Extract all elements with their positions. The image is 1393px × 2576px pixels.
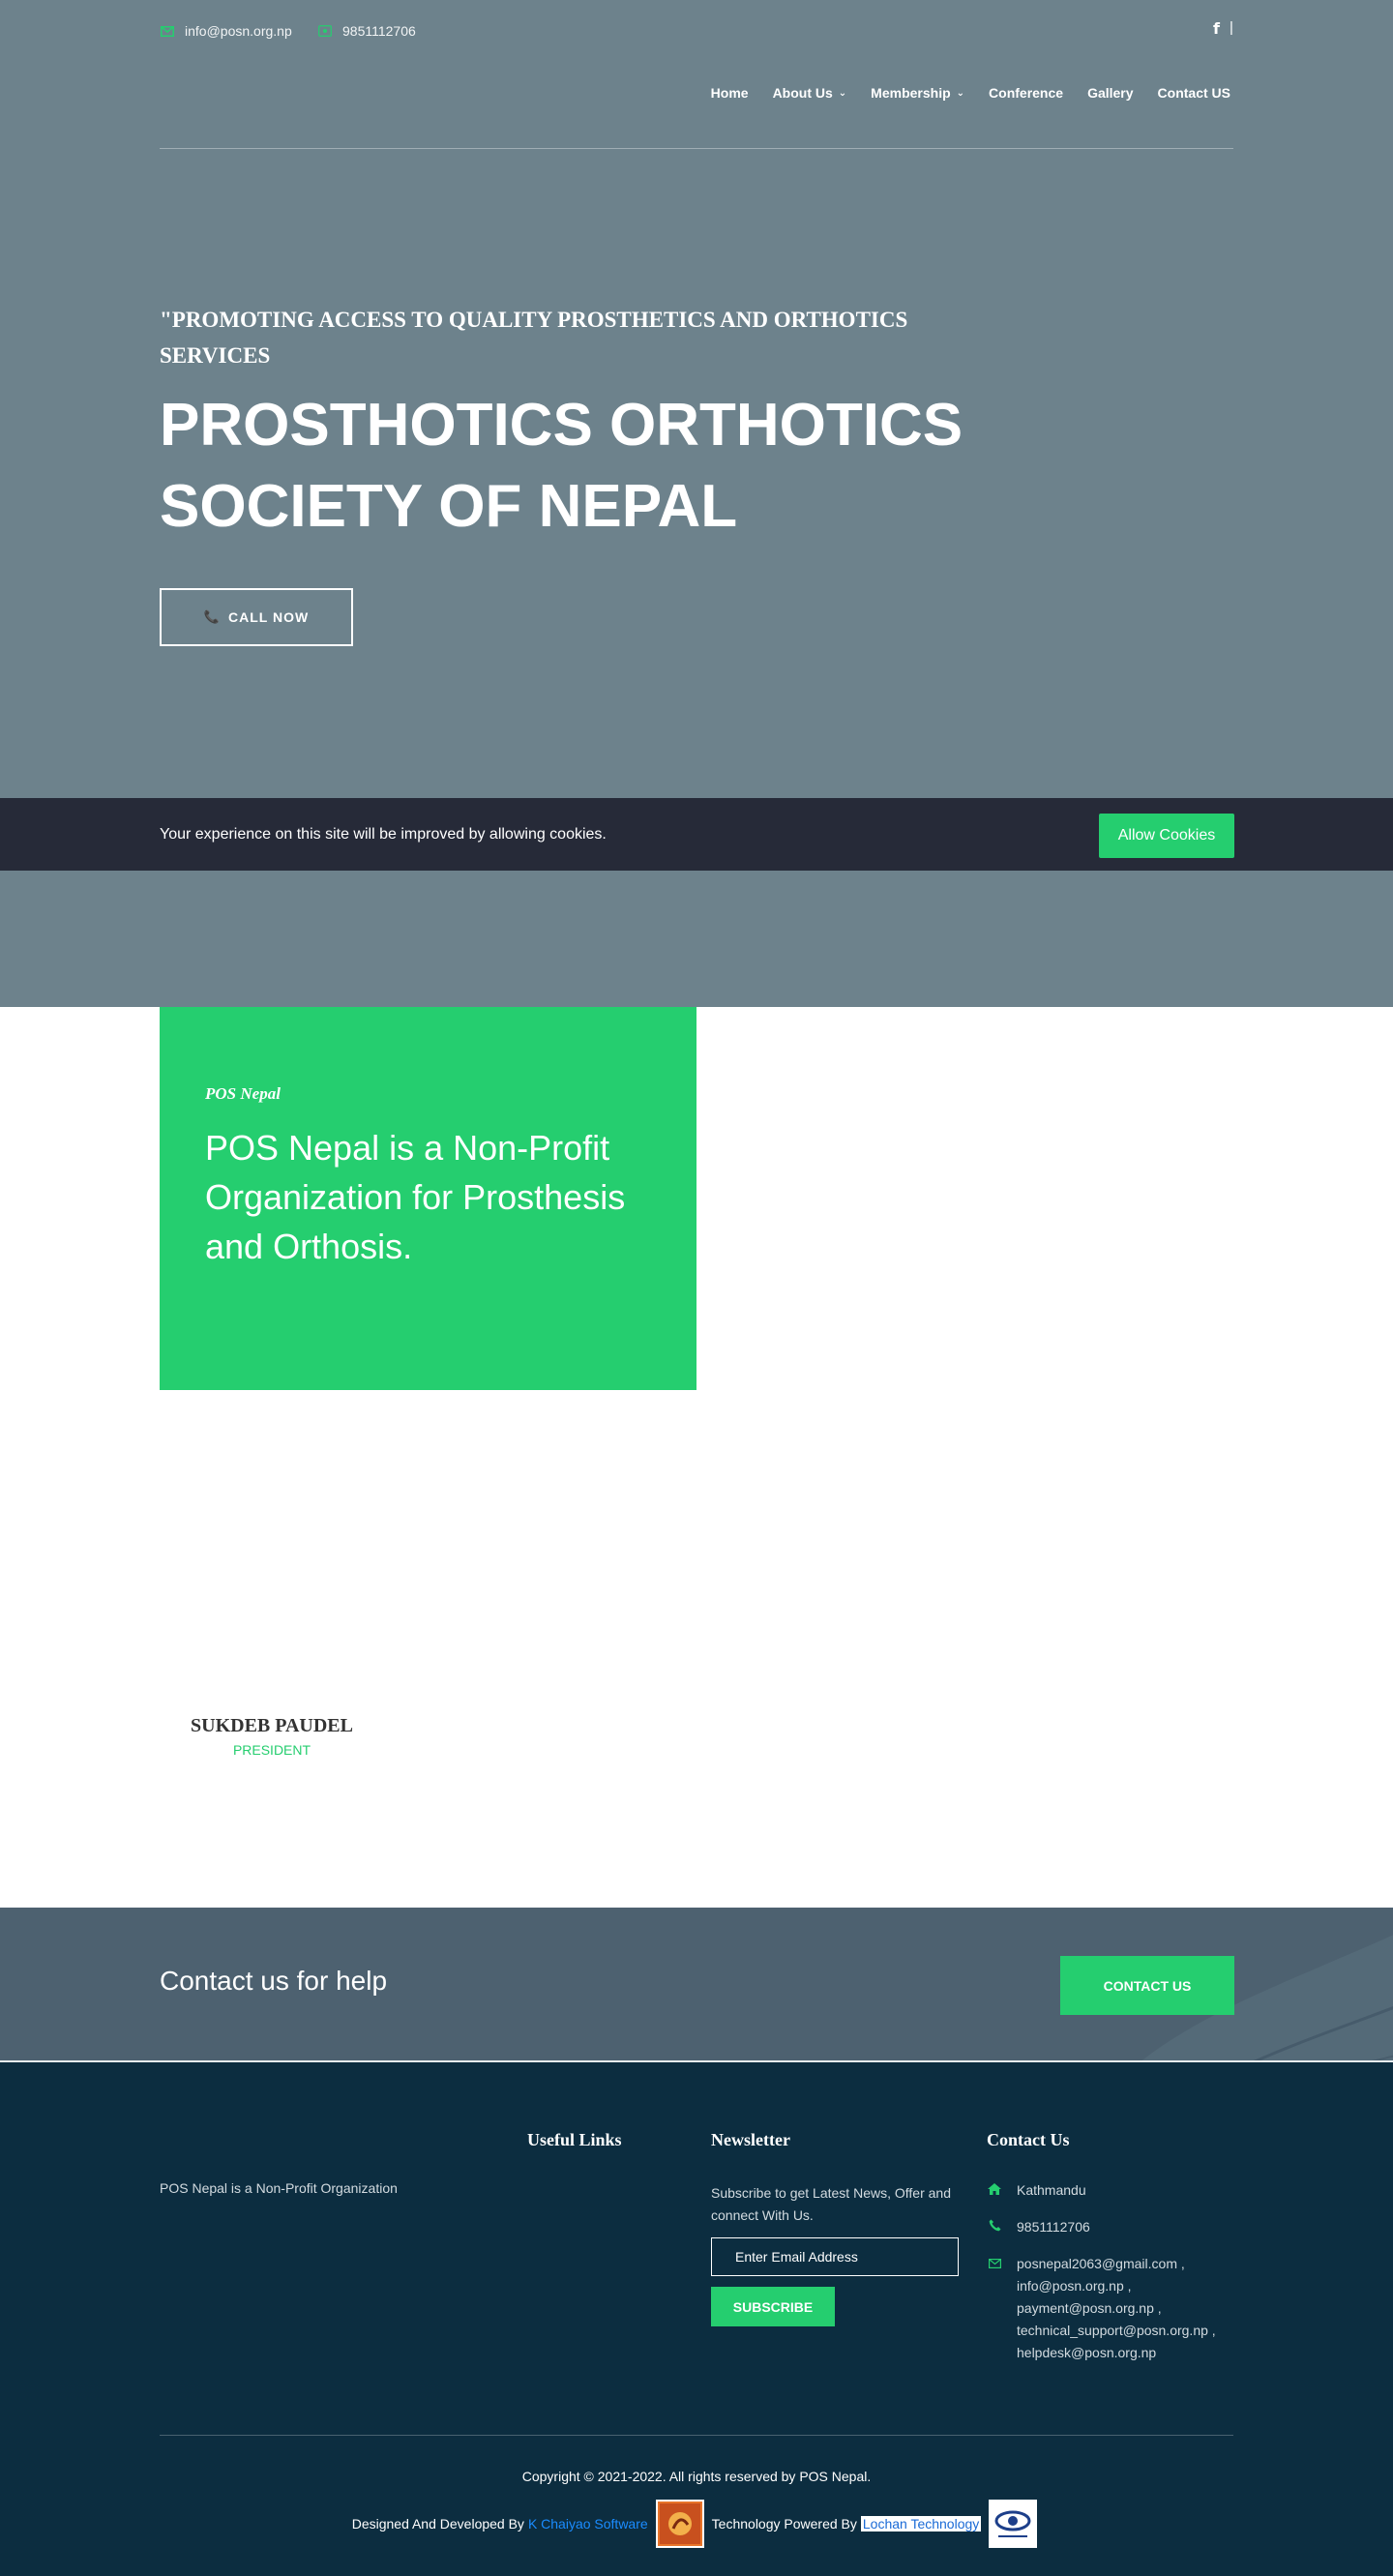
contact-email[interactable]: payment@posn.org.np , bbox=[1017, 2297, 1216, 2320]
cookie-message: Your experience on this site will be imp… bbox=[160, 826, 607, 843]
phone-icon bbox=[987, 2216, 1002, 2238]
phone-icon bbox=[317, 25, 333, 37]
nav-divider bbox=[160, 148, 1233, 149]
newsletter-heading: Newsletter bbox=[711, 2130, 790, 2149]
envelope-icon bbox=[160, 25, 175, 37]
nav-contact-us[interactable]: Contact US bbox=[1158, 85, 1230, 101]
newsletter-text: Subscribe to get Latest News, Offer and … bbox=[711, 2185, 951, 2223]
contact-email[interactable]: helpdesk@posn.org.np bbox=[1017, 2342, 1216, 2364]
contact-email[interactable]: posnepal2063@gmail.com , bbox=[1017, 2253, 1216, 2275]
call-now-label: CALL NOW bbox=[228, 609, 310, 625]
topbar-phone-text: 9851112706 bbox=[342, 23, 416, 39]
cookie-bar: Your experience on this site will be imp… bbox=[0, 798, 1393, 871]
chevron-down-icon: ⌄ bbox=[838, 87, 847, 99]
credits-middle: Technology Powered By bbox=[711, 2516, 857, 2532]
nav-label: Home bbox=[710, 85, 749, 101]
subscribe-button[interactable]: SUBSCRIBE bbox=[711, 2287, 835, 2326]
chevron-down-icon: ⌄ bbox=[956, 87, 965, 99]
nav-label: Gallery bbox=[1087, 85, 1134, 101]
contact-location: Kathmandu bbox=[987, 2179, 1086, 2202]
about-text: POS Nepal is a Non-Profit Organization f… bbox=[205, 1128, 626, 1266]
envelope-icon bbox=[987, 2253, 1002, 2364]
contact-cta-section: Contact us for help CONTACT US bbox=[0, 1908, 1393, 2060]
topbar-email[interactable]: info@posn.org.np bbox=[160, 23, 292, 39]
credit-link-k-chaiyao[interactable]: K Chaiyao Software bbox=[528, 2516, 648, 2532]
credits: Designed And Developed By K Chaiyao Soft… bbox=[0, 2500, 1393, 2548]
nav-label: About Us bbox=[772, 85, 833, 101]
team-member-name: SUKDEB PAUDEL bbox=[191, 1715, 353, 1736]
about-card: POS Nepal POS Nepal is a Non-Profit Orga… bbox=[160, 1007, 696, 1390]
topbar-phone[interactable]: 9851112706 bbox=[317, 23, 416, 39]
contact-emails: posnepal2063@gmail.com , info@posn.org.n… bbox=[987, 2253, 1216, 2364]
contact-us-button[interactable]: CONTACT US bbox=[1060, 1956, 1234, 2015]
site-footer: POS Nepal is a Non-Profit Organization U… bbox=[0, 2062, 1393, 2576]
allow-cookies-button[interactable]: Allow Cookies bbox=[1099, 814, 1234, 858]
credits-prefix: Designed And Developed By bbox=[351, 2516, 524, 2532]
topbar-email-text: info@posn.org.np bbox=[185, 23, 292, 39]
about-kicker: POS Nepal bbox=[205, 1084, 281, 1103]
cta-text: Contact us for help bbox=[160, 1966, 388, 1996]
footer-divider bbox=[160, 2435, 1233, 2436]
nav-label: Conference bbox=[989, 85, 1064, 101]
home-icon bbox=[987, 2179, 1002, 2202]
call-now-button[interactable]: 📞 CALL NOW bbox=[160, 588, 353, 646]
footer-about-blurb: POS Nepal is a Non-Profit Organization bbox=[160, 2180, 398, 2196]
team-member-role: PRESIDENT bbox=[232, 1742, 311, 1758]
useful-links-heading: Useful Links bbox=[527, 2130, 622, 2149]
contact-email[interactable]: technical_support@posn.org.np , bbox=[1017, 2320, 1216, 2342]
credit-link-lochan[interactable]: Lochan Technology bbox=[860, 2516, 982, 2532]
k-chaiyao-logo bbox=[655, 2500, 704, 2548]
social-separator: | bbox=[1230, 19, 1233, 36]
main-nav: Home About Us ⌄ Membership ⌄ Conference Ga… bbox=[700, 85, 1230, 101]
contact-phone-text: 9851112706 bbox=[1017, 2219, 1090, 2235]
contact-email[interactable]: info@posn.org.np , bbox=[1017, 2275, 1216, 2297]
contact-heading: Contact Us bbox=[987, 2130, 1070, 2149]
hero-title: PROSTHOTICS ORTHOTICS SOCIETY OF NEPAL bbox=[160, 392, 963, 540]
nav-label: Membership bbox=[871, 85, 951, 101]
facebook-icon[interactable]: f bbox=[1213, 19, 1220, 38]
newsletter-email-input[interactable] bbox=[711, 2237, 959, 2276]
nav-membership[interactable]: Membership ⌄ bbox=[871, 85, 964, 101]
contact-phone: 9851112706 bbox=[987, 2216, 1090, 2238]
nav-gallery[interactable]: Gallery bbox=[1087, 85, 1133, 101]
nav-about-us[interactable]: About Us ⌄ bbox=[773, 85, 847, 101]
lochan-logo bbox=[989, 2500, 1038, 2548]
contact-location-text: Kathmandu bbox=[1017, 2182, 1086, 2198]
phone-icon: 📞 bbox=[203, 609, 221, 625]
nav-label: Contact US bbox=[1157, 85, 1230, 101]
contact-email-list: posnepal2063@gmail.com , info@posn.org.n… bbox=[1017, 2253, 1216, 2364]
hero-tagline: "PROMOTING ACCESS TO QUALITY PROSTHETICS… bbox=[160, 308, 908, 368]
copyright: Copyright © 2021-2022. All rights reserv… bbox=[521, 2469, 872, 2484]
nav-home[interactable]: Home bbox=[711, 85, 749, 101]
nav-conference[interactable]: Conference bbox=[989, 85, 1063, 101]
